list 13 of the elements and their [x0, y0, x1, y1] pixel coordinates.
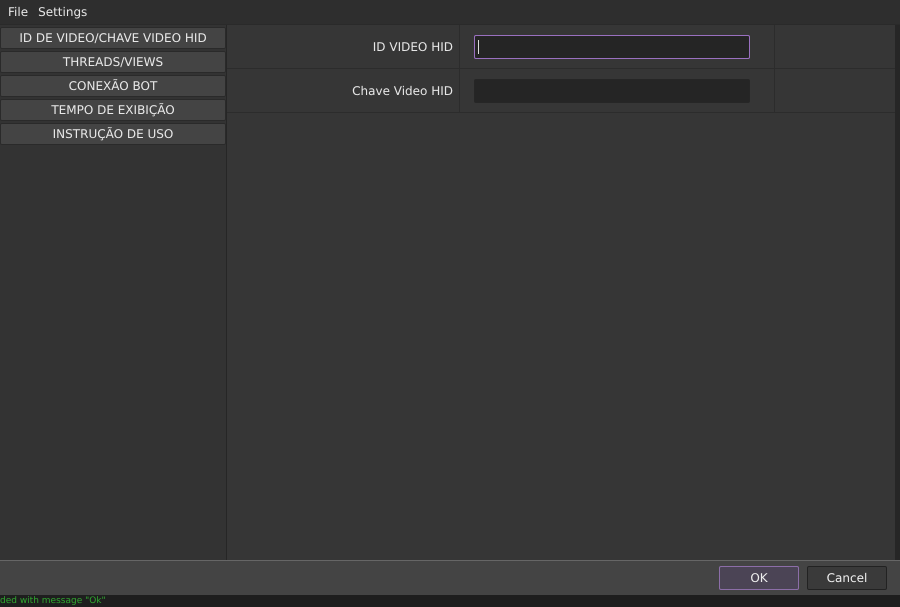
menu-item[interactable]: File: [4, 5, 32, 19]
menu-item[interactable]: Settings: [34, 5, 92, 19]
field-label: ID VIDEO HID: [372, 40, 453, 54]
input-field[interactable]: [474, 34, 750, 58]
console-text: ded with message "Ok": [0, 596, 106, 606]
field-label: Chave Video HID: [352, 84, 453, 98]
sidebar-button[interactable]: TEMPO DE EXIBIÇÃO: [0, 99, 226, 121]
dialog-button[interactable]: OK: [719, 566, 799, 590]
dialog-button[interactable]: Cancel: [807, 566, 887, 590]
sidebar-button[interactable]: ID DE VIDEO/CHAVE VIDEO HID: [0, 27, 226, 49]
sidebar-button[interactable]: CONEXÃO BOT: [0, 75, 226, 97]
sidebar-button[interactable]: INSTRUÇÃO DE USO: [0, 123, 226, 145]
sidebar-button[interactable]: THREADS/VIEWS: [0, 51, 226, 73]
